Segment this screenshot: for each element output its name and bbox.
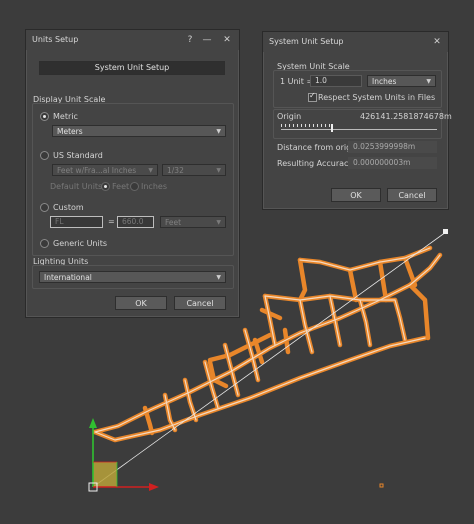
chevron-down-icon: ▼ (426, 78, 431, 85)
chevron-down-icon: ▼ (216, 219, 221, 226)
respect-system-units-label: Respect System Units in Files (318, 93, 436, 102)
one-unit-value: 1.0 (315, 76, 327, 85)
respect-system-units-checkbox[interactable] (308, 91, 317, 102)
one-unit-label: 1 Unit = (280, 77, 314, 86)
custom-value-field[interactable]: 660.0 (117, 216, 154, 228)
ok-button[interactable]: OK (331, 188, 381, 202)
system-unit-setup-button[interactable]: System Unit Setup (39, 61, 225, 75)
origin-value: 426141.2581874678m (360, 112, 452, 121)
close-button[interactable]: ✕ (430, 35, 444, 49)
metric-radio[interactable] (40, 112, 49, 121)
us-standard-label: US Standard (53, 151, 103, 160)
origin-label: Origin (277, 112, 302, 121)
resulting-accuracy-field: 0.000000003m (348, 157, 437, 169)
custom-unit-value: Feet (165, 218, 182, 227)
units-setup-dialog: Units Setup ? — ✕ System Unit Setup Disp… (25, 29, 240, 318)
chevron-down-icon: ▼ (216, 128, 221, 135)
generic-units-radio[interactable] (40, 239, 49, 248)
metric-units-dropdown[interactable]: Meters ▼ (52, 125, 226, 137)
us-standard-fraction-dropdown[interactable]: 1/32 ▼ (162, 164, 226, 176)
origin-slider-thumb[interactable] (331, 124, 333, 132)
system-unit-setup-dialog: System Unit Setup ✕ System Unit Scale 1 … (262, 31, 452, 210)
default-units-inches-label: Inches (141, 182, 167, 191)
metric-label: Metric (53, 112, 78, 121)
cancel-button[interactable]: Cancel (387, 188, 437, 202)
us-standard-radio[interactable] (40, 151, 49, 160)
dialog-title: Units Setup (32, 35, 79, 44)
us-standard-units-dropdown[interactable]: Feet w/Fra...al Inches ▼ (52, 164, 158, 176)
one-unit-field[interactable]: 1.0 (310, 75, 362, 87)
default-units-label: Default Units: (50, 182, 105, 191)
minimize-button[interactable]: — (200, 33, 214, 47)
default-units-feet-radio[interactable] (101, 182, 110, 191)
custom-radio[interactable] (40, 203, 49, 212)
small-marker (379, 483, 384, 488)
origin-slider[interactable] (281, 124, 437, 133)
system-unit-value: Inches (372, 77, 397, 86)
chevron-down-icon: ▼ (216, 167, 221, 174)
default-units-feet-label: Feet (112, 182, 130, 191)
resulting-accuracy-value: 0.000000003m (353, 158, 411, 167)
custom-unit-dropdown[interactable]: Feet ▼ (160, 216, 226, 228)
custom-value-text: 660.0 (122, 217, 144, 226)
distance-from-origin-value: 0.0253999998m (353, 142, 416, 151)
resulting-accuracy-label: Resulting Accuracy: (277, 159, 356, 168)
dialog-title: System Unit Setup (269, 37, 344, 46)
system-unit-setup-titlebar[interactable]: System Unit Setup ✕ (263, 32, 448, 52)
origin-slider-track (281, 129, 437, 130)
us-standard-units-value: Feet w/Fra...al Inches (57, 166, 137, 175)
cancel-button[interactable]: Cancel (174, 296, 226, 310)
close-button[interactable]: ✕ (220, 33, 234, 47)
custom-name-value: FL (55, 217, 64, 226)
metric-units-value: Meters (57, 127, 83, 136)
custom-name-field[interactable]: FL (50, 216, 103, 228)
us-standard-fraction-value: 1/32 (167, 166, 184, 175)
gizmo-x-arrow (149, 483, 159, 491)
custom-equals-label: = (108, 217, 115, 226)
units-setup-titlebar[interactable]: Units Setup ? — ✕ (26, 30, 239, 50)
lighting-units-dropdown[interactable]: International ▼ (39, 271, 226, 283)
help-button[interactable]: ? (183, 33, 197, 47)
ok-button[interactable]: OK (115, 296, 167, 310)
default-units-inches-radio[interactable] (130, 182, 139, 191)
generic-units-label: Generic Units (53, 239, 108, 248)
system-unit-dropdown[interactable]: Inches ▼ (367, 75, 436, 87)
custom-label: Custom (53, 203, 84, 212)
chevron-down-icon: ▼ (148, 167, 153, 174)
origin-slider-ticks (281, 124, 331, 127)
gizmo-y-arrow (89, 418, 97, 428)
distance-from-origin-field: 0.0253999998m (348, 141, 437, 153)
chevron-down-icon: ▼ (216, 274, 221, 281)
lighting-units-value: International (44, 273, 92, 282)
measure-endpoint-handle[interactable] (443, 229, 448, 234)
